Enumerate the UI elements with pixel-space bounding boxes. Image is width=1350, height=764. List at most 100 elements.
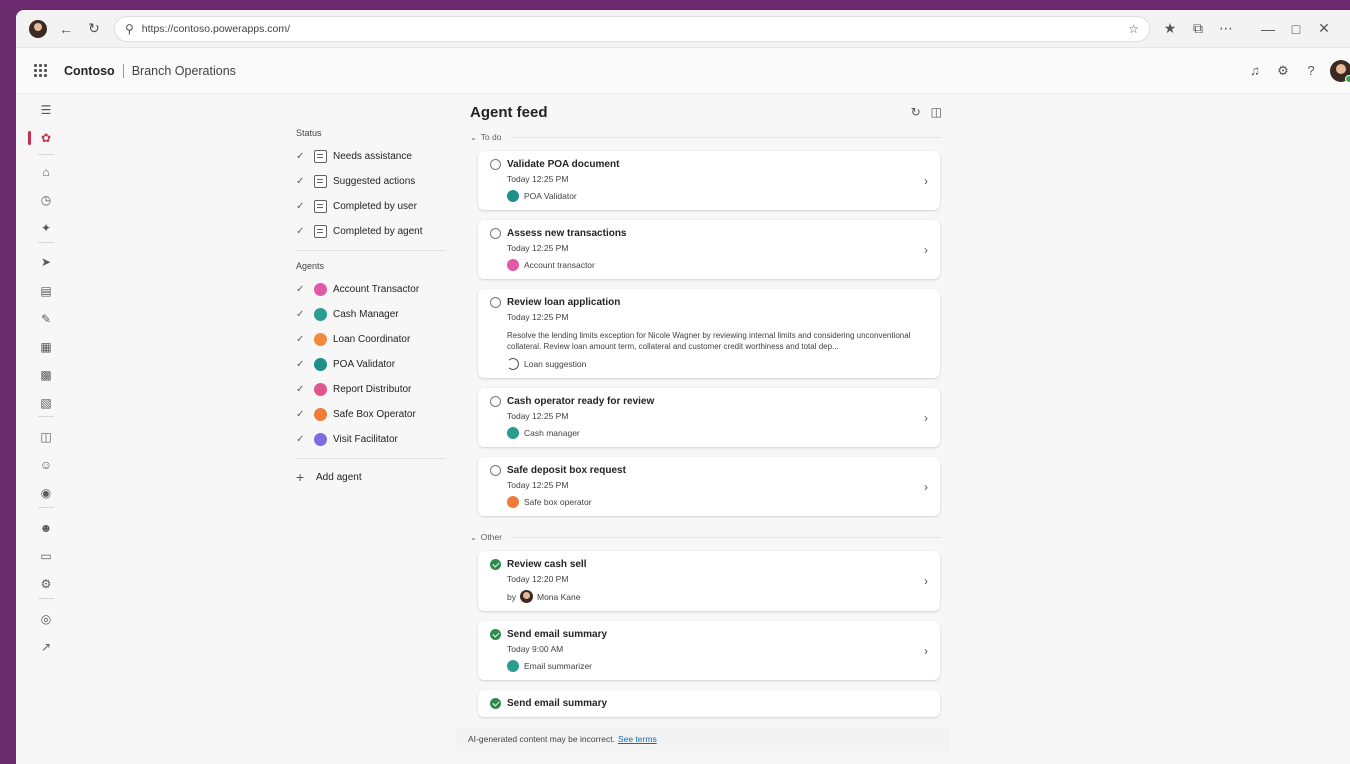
agent-filter-item[interactable]: ✓ Cash Manager bbox=[296, 302, 446, 327]
collections-icon[interactable]: ⧉ bbox=[1184, 15, 1212, 43]
recent-clock-icon[interactable]: ◷ bbox=[36, 190, 56, 210]
status-filter-item[interactable]: ✓ Completed by agent bbox=[296, 219, 446, 244]
hamburger-menu-icon[interactable]: ☰ bbox=[36, 100, 56, 120]
other-group-header[interactable]: ⌄ Other bbox=[470, 528, 942, 546]
agent-filter-label: Loan Coordinator bbox=[333, 334, 411, 345]
agent-avatar-icon bbox=[314, 408, 327, 421]
clipboard-icon[interactable]: ▦ bbox=[36, 337, 56, 357]
feed-card[interactable]: Cash operator ready for review Today 12:2… bbox=[478, 388, 940, 447]
agent-filter-item[interactable]: ✓ POA Validator bbox=[296, 352, 446, 377]
people-icon[interactable]: ☻ bbox=[36, 518, 56, 538]
help-icon[interactable]: ? bbox=[1302, 62, 1320, 80]
card-title: Safe deposit box request bbox=[507, 465, 626, 476]
address-bar[interactable]: ⚲ https://contoso.powerapps.com/ ☆ bbox=[114, 15, 1150, 42]
card-time: Today 12:25 PM bbox=[507, 480, 569, 490]
feed-card[interactable]: Validate POA document Today 12:25 PM POA V… bbox=[478, 151, 940, 210]
rail-divider bbox=[38, 416, 54, 417]
status-filter-item[interactable]: ✓ Needs assistance bbox=[296, 144, 446, 169]
card-agent: Account transactor bbox=[507, 259, 928, 271]
home-icon[interactable]: ⌂ bbox=[36, 162, 56, 182]
panel-toggle-icon[interactable]: ◫ bbox=[931, 105, 942, 119]
pending-circle-icon bbox=[490, 297, 501, 308]
agent-feed-icon[interactable]: ✿ bbox=[36, 128, 56, 148]
card-time: Today 12:25 PM bbox=[507, 243, 569, 253]
profile-avatar[interactable] bbox=[24, 15, 52, 43]
rocket-icon[interactable]: ➤ bbox=[36, 252, 56, 272]
agent-feed: Agent feed ↻ ◫ ⌄ To do Validate POA docu… bbox=[470, 100, 942, 730]
activity-icon[interactable]: ▧ bbox=[36, 393, 56, 413]
card-time: Today 12:25 PM bbox=[507, 312, 569, 322]
status-filter-item[interactable]: ✓ Suggested actions bbox=[296, 169, 446, 194]
minimize-icon[interactable]: — bbox=[1254, 15, 1282, 43]
settings-gear-icon[interactable]: ⚙ bbox=[1274, 62, 1292, 80]
edit-note-icon[interactable]: ✎ bbox=[36, 309, 56, 329]
see-terms-link[interactable]: See terms bbox=[618, 734, 657, 744]
agent-filter-item[interactable]: ✓ Account Transactor bbox=[296, 277, 446, 302]
more-options-icon[interactable]: ⋯ bbox=[1212, 15, 1240, 43]
feed-card[interactable]: Assess new transactions Today 12:25 PM Acc… bbox=[478, 220, 940, 279]
card-title: Cash operator ready for review bbox=[507, 396, 655, 407]
rail-divider bbox=[38, 507, 54, 508]
feed-card[interactable]: Send email summary bbox=[478, 690, 940, 717]
agent-filter-item[interactable]: ✓ Loan Coordinator bbox=[296, 327, 446, 352]
agent-avatar-icon bbox=[314, 283, 327, 296]
table-icon[interactable]: ▤ bbox=[36, 281, 56, 301]
chart-icon[interactable]: ↗ bbox=[36, 637, 56, 657]
add-agent-button[interactable]: + Add agent bbox=[296, 469, 446, 485]
disclaimer-text: AI-generated content may be incorrect. bbox=[468, 734, 615, 744]
folder-icon[interactable]: ▭ bbox=[36, 546, 56, 566]
header-separator bbox=[122, 63, 124, 78]
favorite-star-icon[interactable]: ☆ bbox=[1128, 22, 1139, 36]
filter-panel: Status ✓ Needs assistance ✓ Suggested ac… bbox=[296, 128, 446, 485]
person-settings-icon[interactable]: ⚙ bbox=[36, 574, 56, 594]
refresh-icon[interactable]: ↻ bbox=[80, 15, 108, 43]
check-icon: ✓ bbox=[296, 359, 305, 370]
document-search-icon[interactable]: ◫ bbox=[36, 427, 56, 447]
agent-name: Loan suggestion bbox=[524, 359, 587, 369]
card-title: Send email summary bbox=[507, 629, 608, 640]
feed-card[interactable]: Send email summary Today 9:00 AM Email sum… bbox=[478, 621, 940, 680]
agent-filter-label: Account Transactor bbox=[333, 284, 420, 295]
status-filter-label: Completed by agent bbox=[333, 226, 423, 237]
app-launcher-icon[interactable] bbox=[34, 63, 48, 78]
add-agent-label: Add agent bbox=[316, 471, 362, 483]
feed-card[interactable]: Safe deposit box request Today 12:25 PM Sa… bbox=[478, 457, 940, 516]
back-icon[interactable]: ← bbox=[52, 15, 80, 43]
feed-card[interactable]: Review loan application Today 12:25 PM Res… bbox=[478, 289, 940, 378]
browser-window: ← ↻ ⚲ https://contoso.powerapps.com/ ☆ ★… bbox=[16, 10, 1350, 764]
favorites-icon[interactable]: ★ bbox=[1156, 15, 1184, 43]
card-agent: Cash manager bbox=[507, 427, 928, 439]
user-avatar[interactable] bbox=[1330, 59, 1350, 83]
disclaimer-footer: AI-generated content may be incorrect. S… bbox=[456, 727, 950, 751]
pending-circle-icon bbox=[490, 228, 501, 239]
status-filter-item[interactable]: ✓ Completed by user bbox=[296, 194, 446, 219]
suggestion-icon bbox=[507, 358, 519, 370]
target-icon[interactable]: ◎ bbox=[36, 609, 56, 629]
agent-filter-item[interactable]: ✓ Visit Facilitator bbox=[296, 427, 446, 452]
pending-circle-icon bbox=[490, 465, 501, 476]
close-icon[interactable]: ✕ bbox=[1310, 15, 1338, 43]
agent-filter-item[interactable]: ✓ Report Distributor bbox=[296, 377, 446, 402]
agent-name: Safe box operator bbox=[524, 497, 592, 507]
refresh-icon[interactable]: ↻ bbox=[911, 105, 921, 119]
check-icon: ✓ bbox=[296, 434, 305, 445]
notifications-bell-icon[interactable]: ♫ bbox=[1246, 62, 1264, 80]
card-agent: Safe box operator bbox=[507, 496, 928, 508]
rail-divider bbox=[38, 598, 54, 599]
lightbulb-icon[interactable]: ◉ bbox=[36, 483, 56, 503]
other-label: Other bbox=[480, 532, 502, 542]
check-icon: ✓ bbox=[296, 176, 305, 187]
card-time: Today 12:25 PM bbox=[507, 411, 569, 421]
feed-card[interactable]: Review cash sell Today 12:20 PM by Mona Kan… bbox=[478, 551, 940, 611]
agent-filter-item[interactable]: ✓ Safe Box Operator bbox=[296, 402, 446, 427]
maximize-icon[interactable]: □ bbox=[1282, 15, 1310, 43]
document-lock-icon[interactable]: ▩ bbox=[36, 365, 56, 385]
todo-label: To do bbox=[480, 132, 502, 142]
chevron-right-icon: › bbox=[924, 574, 928, 588]
person-icon[interactable]: ☺ bbox=[36, 455, 56, 475]
todo-group-header[interactable]: ⌄ To do bbox=[470, 128, 942, 146]
card-agent: by Mona Kane bbox=[507, 590, 928, 603]
card-agent: POA Validator bbox=[507, 190, 928, 202]
pin-icon[interactable]: ✦ bbox=[36, 218, 56, 238]
agent-filter-label: Report Distributor bbox=[333, 384, 412, 395]
